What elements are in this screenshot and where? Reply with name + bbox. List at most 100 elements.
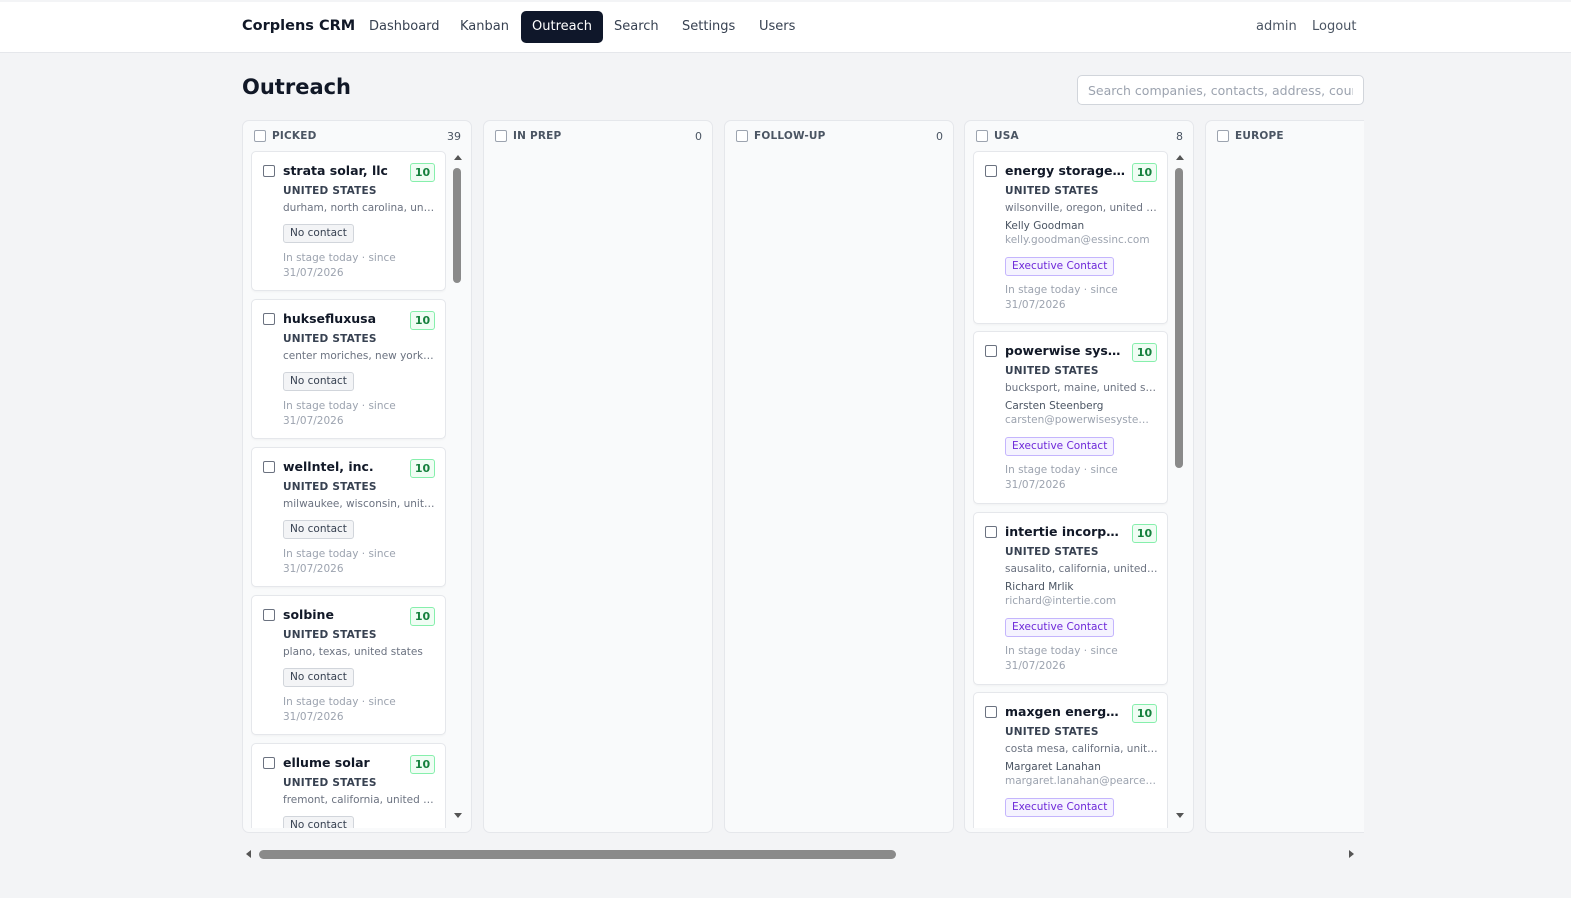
company-address: fremont, california, united states [283,794,436,806]
stage-info: In stage today · since 31/07/2026 [283,252,396,279]
scrollbar-thumb[interactable] [259,850,896,859]
company-address: center moriches, new york, united states [283,350,436,362]
board-horizontal-scrollbar[interactable] [242,847,1364,861]
company-name[interactable]: intertie incorporated [1005,524,1125,539]
contact-email[interactable]: kelly.goodman@essinc.com [1005,234,1158,246]
company-address: milwaukee, wisconsin, united states [283,498,436,510]
company-country: UNITED STATES [283,777,377,789]
contact-name: Kelly Goodman [1005,220,1085,232]
card-list: energy storage systems 10 UNITED STATES … [973,151,1168,828]
column-count: 39 [447,129,461,143]
company-card[interactable]: powerwise systems 10 UNITED STATES bucks… [973,331,1168,504]
contact-email[interactable]: richard@intertie.com [1005,595,1158,607]
column-header: FOLLOW-UP 0 [736,128,943,144]
contact-level-badge: Executive Contact [1005,257,1115,276]
company-country: UNITED STATES [1005,365,1099,377]
company-name[interactable]: powerwise systems [1005,343,1125,358]
column-picked: PICKED 39 strata solar, llc 10 UNITED ST… [242,120,472,833]
company-name[interactable]: wellntel, inc. [283,459,403,474]
logout-link[interactable]: Logout [1312,19,1357,34]
card-checkbox[interactable] [985,706,997,718]
column-select-checkbox[interactable] [736,130,748,142]
contact-name: Richard Mrlik [1005,581,1074,593]
card-list: strata solar, llc 10 UNITED STATES durha… [251,151,446,828]
column-title: PICKED [272,130,317,142]
scrollbar-thumb[interactable] [453,168,461,283]
company-card[interactable]: wellntel, inc. 10 UNITED STATES milwauke… [251,447,446,587]
scroll-right-arrow-icon[interactable] [1349,850,1354,858]
card-checkbox[interactable] [985,165,997,177]
column-count: 0 [695,129,702,143]
company-card[interactable]: solbine 10 UNITED STATES plano, texas, u… [251,595,446,735]
nav-search[interactable]: Search [603,11,670,43]
company-card[interactable]: maxgen energy services 10 UNITED STATES … [973,692,1168,828]
company-card[interactable]: strata solar, llc 10 UNITED STATES durha… [251,151,446,291]
card-checkbox[interactable] [263,757,275,769]
contact-level-badge: Executive Contact [1005,798,1115,817]
score-badge: 10 [1132,163,1157,182]
card-checkbox[interactable] [263,313,275,325]
company-name[interactable]: ellume solar [283,755,403,770]
scroll-down-arrow-icon[interactable] [1176,813,1184,818]
column-select-checkbox[interactable] [495,130,507,142]
card-checkbox[interactable] [985,345,997,357]
company-address: durham, north carolina, united states [283,202,436,214]
column-count: 0 [936,129,943,143]
brand-logo[interactable]: Corplens CRM [242,18,355,34]
stage-info: In stage today · since 31/07/2026 [283,400,396,427]
company-country: UNITED STATES [1005,185,1099,197]
current-user[interactable]: admin [1256,19,1297,34]
company-name[interactable]: solbine [283,607,403,622]
column-usa: USA 8 energy storage systems 10 UNITED S… [964,120,1194,833]
stage-info: In stage today · since 31/07/2026 [1005,284,1118,311]
top-navbar: Corplens CRM Dashboard Kanban Outreach S… [0,2,1571,53]
nav-settings[interactable]: Settings [671,11,746,43]
company-address: wilsonville, oregon, united states [1005,202,1158,214]
card-checkbox[interactable] [263,461,275,473]
column-select-checkbox[interactable] [1217,130,1229,142]
company-card[interactable]: ellume solar 10 UNITED STATES fremont, c… [251,743,446,828]
company-name[interactable]: huksefluxusa [283,311,403,326]
company-card[interactable]: intertie incorporated 10 UNITED STATES s… [973,512,1168,685]
score-badge: 10 [410,311,435,330]
column-scrollbar[interactable] [1173,151,1187,828]
nav-outreach[interactable]: Outreach [521,11,603,43]
nav-users[interactable]: Users [748,11,806,43]
card-checkbox[interactable] [263,165,275,177]
scroll-up-arrow-icon[interactable] [454,155,462,160]
column-title: EUROPE [1235,130,1284,142]
company-country: UNITED STATES [1005,726,1099,738]
scrollbar-thumb[interactable] [1175,168,1183,468]
column-select-checkbox[interactable] [976,130,988,142]
company-country: UNITED STATES [283,333,377,345]
contact-email[interactable]: carsten@powerwisesystems.com [1005,414,1158,426]
nav-kanban[interactable]: Kanban [449,11,520,43]
nav-dashboard[interactable]: Dashboard [358,11,451,43]
company-country: UNITED STATES [283,481,377,493]
card-checkbox[interactable] [985,526,997,538]
company-address: plano, texas, united states [283,646,423,658]
stage-info: In stage today · since 31/07/2026 [1005,464,1118,491]
contact-email[interactable]: margaret.lanahan@pearce-services.com [1005,775,1158,787]
company-name[interactable]: strata solar, llc [283,163,403,178]
search-input[interactable] [1077,75,1364,105]
column-select-checkbox[interactable] [254,130,266,142]
company-country: UNITED STATES [283,185,377,197]
column-scrollbar[interactable] [451,151,465,828]
company-card[interactable]: huksefluxusa 10 UNITED STATES center mor… [251,299,446,439]
contact-level-badge: Executive Contact [1005,437,1115,456]
column-count: 8 [1176,129,1183,143]
company-address: bucksport, maine, united states [1005,382,1158,394]
scroll-up-arrow-icon[interactable] [1176,155,1184,160]
score-badge: 10 [1132,343,1157,362]
company-name[interactable]: energy storage systems [1005,163,1125,178]
card-checkbox[interactable] [263,609,275,621]
score-badge: 10 [410,755,435,774]
company-card[interactable]: energy storage systems 10 UNITED STATES … [973,151,1168,324]
scroll-down-arrow-icon[interactable] [454,813,462,818]
scroll-left-arrow-icon[interactable] [246,850,251,858]
contact-name: Margaret Lanahan [1005,761,1101,773]
score-badge: 10 [410,607,435,626]
company-name[interactable]: maxgen energy services [1005,704,1125,719]
column-title: IN PREP [513,130,562,142]
